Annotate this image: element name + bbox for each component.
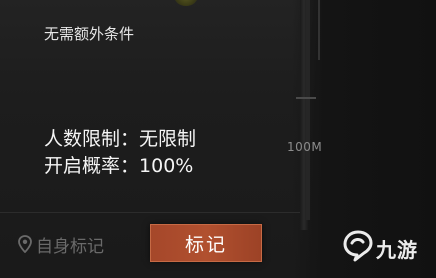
map-road-line	[306, 0, 310, 220]
condition-text: 无需额外条件	[44, 25, 135, 43]
open-chance-row: 开启概率：100%	[44, 151, 193, 178]
map-marker-glow	[174, 0, 198, 6]
location-pin-icon	[18, 235, 32, 254]
open-chance-label: 开启概率：	[44, 155, 140, 177]
map-scale-label: 100M	[287, 140, 323, 154]
player-limit-row: 人数限制：无限制	[44, 124, 196, 151]
mark-button[interactable]: 标记	[150, 224, 262, 262]
map-road-line	[318, 0, 320, 60]
jiuyou-logo-icon	[342, 229, 374, 267]
player-limit-value: 无限制	[139, 128, 197, 150]
map-scale-tick	[296, 97, 316, 99]
player-limit-label: 人数限制：	[44, 128, 140, 150]
bottom-divider	[0, 212, 300, 213]
game-info-panel: 100M 无需额外条件 人数限制：无限制 开启概率：100% 自身标记 标记 九…	[0, 0, 436, 278]
self-mark-label: 自身标记	[36, 236, 104, 257]
jiuyou-watermark: 九游	[342, 226, 434, 270]
watermark-text: 九游	[376, 237, 418, 262]
self-mark-button[interactable]: 自身标记	[18, 228, 138, 260]
open-chance-value: 100%	[139, 155, 194, 177]
